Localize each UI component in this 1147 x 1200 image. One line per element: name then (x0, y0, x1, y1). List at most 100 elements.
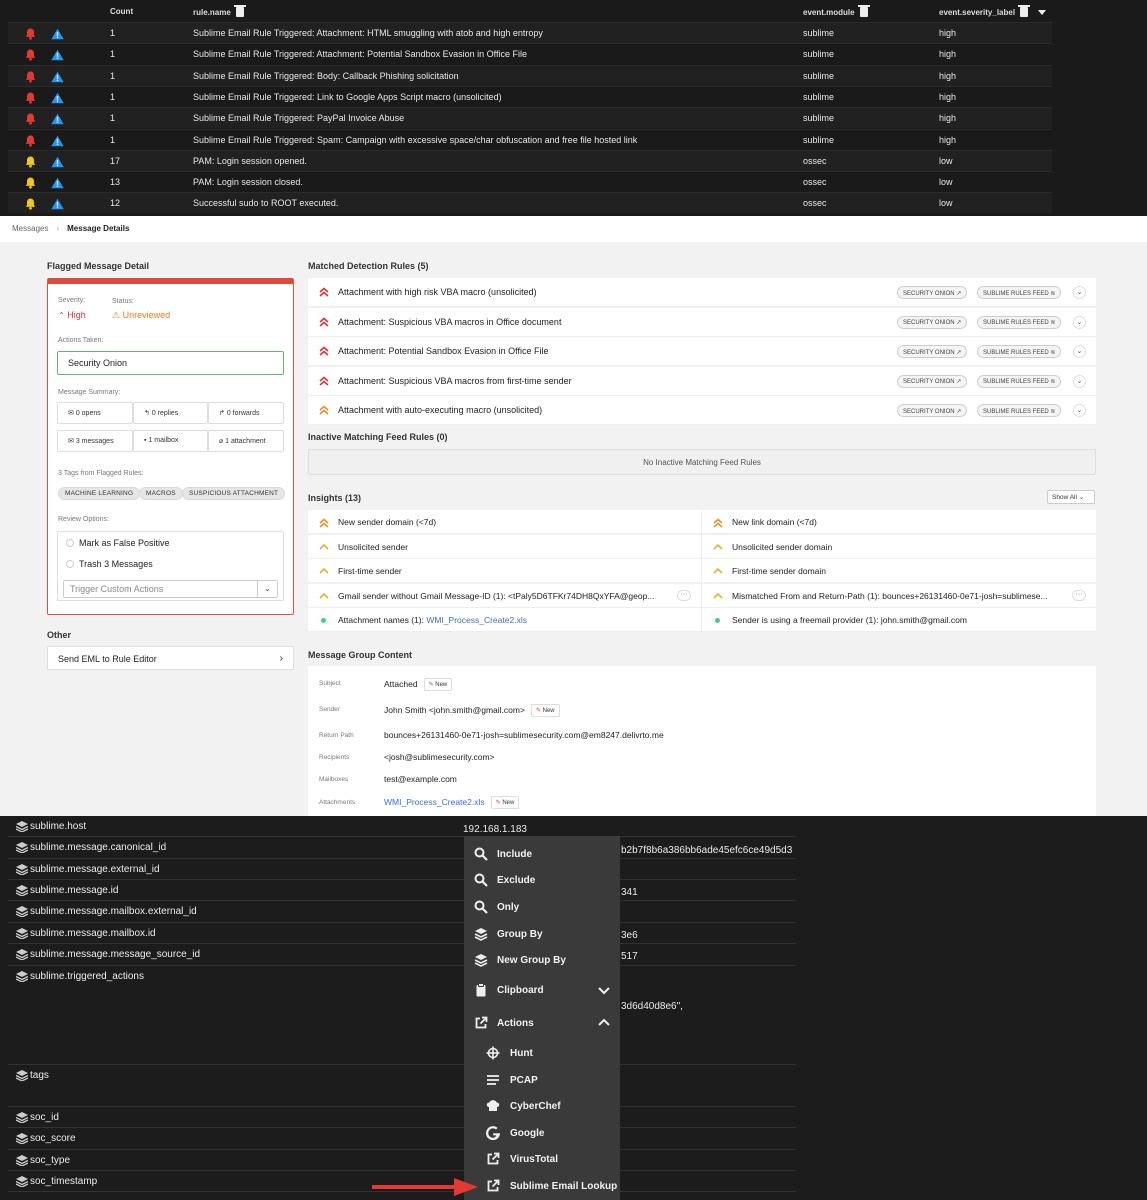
field-row[interactable]: sublime.message.mailbox.external_id (8, 901, 796, 923)
tag-sublime-rules-feed[interactable]: SUBLIME RULES FEED ≋ (977, 345, 1062, 358)
review-trash[interactable]: Trash 3 Messages (79, 559, 153, 569)
field-name[interactable]: sublime.message.id (30, 885, 118, 896)
insight-item[interactable]: Unsolicited sender (308, 534, 702, 559)
warning-triangle-icon[interactable] (51, 177, 64, 189)
trigger-custom-actions-select[interactable]: Trigger Custom Actions ⌄ (63, 580, 278, 598)
actions-taken-field[interactable]: Security Onion (57, 351, 284, 375)
insight-item[interactable]: Attachment names (1): WMI_Process_Create… (308, 608, 702, 633)
triggered-actions-value[interactable]: 3d6d40d8e6", (621, 1001, 683, 1012)
row-rule-name[interactable]: Sublime Email Rule Triggered: Link to Go… (193, 92, 502, 102)
tag-machine-learning[interactable]: MACHINE LEARNING (58, 487, 141, 500)
chevron-up-icon[interactable] (598, 1017, 610, 1029)
warning-triangle-icon[interactable] (51, 113, 64, 125)
rule-row[interactable]: Attachment: Suspicious VBA macros in Off… (308, 307, 1096, 337)
menu-action-sublime-email-lookup[interactable]: Sublime Email Lookup (464, 1173, 620, 1199)
send-eml-button[interactable]: Send EML to Rule Editor › (47, 646, 294, 670)
field-row[interactable]: sublime.message.external_id (8, 859, 796, 880)
row-severity[interactable]: low (939, 198, 953, 208)
layers-icon[interactable] (15, 1155, 29, 1167)
show-all-select[interactable]: Show All ⌄ (1047, 490, 1095, 504)
field-name[interactable]: soc_timestamp (30, 1176, 97, 1187)
tag-security-onion[interactable]: SECURITY ONION ↗ (897, 374, 968, 388)
row-rule-name[interactable]: PAM: Login session opened. (193, 156, 307, 166)
tag-macros[interactable]: MACROS (139, 487, 183, 500)
rule-name[interactable]: Attachment: Suspicious VBA macros in Off… (338, 317, 561, 327)
row-severity[interactable]: high (939, 92, 956, 102)
breadcrumb-messages[interactable]: Messages (12, 224, 48, 233)
insight-item[interactable]: New link domain (<7d) (702, 510, 1096, 534)
field-row[interactable]: tags (8, 1065, 796, 1107)
warning-triangle-icon[interactable] (51, 156, 64, 168)
tag-suspicious-attachment[interactable]: SUSPICIOUS ATTACHMENT (182, 487, 286, 500)
menu-item-actions[interactable]: Actions (464, 1010, 620, 1036)
menu-item-exclude[interactable]: Exclude (464, 867, 620, 893)
table-row[interactable]: 17 PAM: Login session opened. ossec low (8, 149, 1052, 171)
insight-item[interactable]: New sender domain (<7d) (308, 510, 702, 534)
sort-caret-icon[interactable] (1038, 10, 1047, 15)
field-name[interactable]: soc_type (30, 1155, 70, 1166)
insight-item[interactable]: First-time sender (308, 559, 702, 584)
source-id-value[interactable]: 517 (621, 951, 638, 962)
row-severity[interactable]: high (939, 49, 956, 59)
row-module[interactable]: sublime (803, 92, 834, 102)
tag-security-onion[interactable]: SECURITY ONION ↗ (897, 286, 968, 299)
layers-icon[interactable] (15, 971, 29, 983)
field-row[interactable]: sublime.message.message_source_id (8, 944, 796, 966)
tag-sublime-rules-feed[interactable]: SUBLIME RULES FEED ≋ (977, 374, 1062, 388)
table-row[interactable]: 1 Sublime Email Rule Triggered: Attachmen… (8, 43, 1052, 64)
row-rule-name[interactable]: Sublime Email Rule Triggered: Spam: Camp… (193, 135, 637, 145)
field-name[interactable]: soc_score (30, 1133, 76, 1144)
rule-name[interactable]: Attachment: Suspicious VBA macros from f… (338, 376, 572, 386)
trash-icon[interactable] (233, 5, 246, 17)
layers-icon[interactable] (15, 885, 29, 897)
row-severity[interactable]: low (939, 156, 953, 166)
field-row[interactable]: sublime.message.mailbox.id (8, 923, 796, 944)
layers-icon[interactable] (15, 906, 29, 918)
rule-row[interactable]: Attachment with auto-executing macro (un… (308, 396, 1096, 425)
table-row[interactable]: 12 Successful sudo to ROOT executed. ossec… (8, 192, 1052, 214)
field-name[interactable]: sublime.message.external_id (30, 864, 160, 875)
radio-false-positive[interactable] (66, 539, 74, 547)
field-name[interactable]: sublime.message.canonical_id (30, 842, 166, 853)
insight-item[interactable]: Gmail sender without Gmail Message-ID (1… (308, 583, 702, 608)
menu-item-include[interactable]: Include (464, 841, 620, 867)
rule-row[interactable]: Attachment with high risk VBA macro (uns… (308, 278, 1096, 307)
rule-name[interactable]: Attachment with auto-executing macro (un… (338, 405, 542, 415)
row-rule-name[interactable]: Sublime Email Rule Triggered: Body: Call… (193, 71, 459, 81)
field-row[interactable]: soc_id (8, 1107, 796, 1128)
row-rule-name[interactable]: Sublime Email Rule Triggered: PayPal Inv… (193, 113, 404, 123)
canonical-id-value[interactable]: b2b7f8b6a386bb6ade45efc6ce49d5d3 (621, 845, 792, 856)
table-row[interactable]: 1 Sublime Email Rule Triggered: PayPal In… (8, 107, 1052, 129)
col-rule-name[interactable]: rule.name (193, 5, 246, 17)
insight-item[interactable]: Sender is using a freemail provider (1):… (702, 608, 1096, 633)
layers-icon[interactable] (15, 1176, 29, 1188)
menu-item-new-group-by[interactable]: New Group By (464, 947, 620, 973)
field-name[interactable]: sublime.message.mailbox.external_id (30, 906, 197, 917)
chevron-down-icon[interactable]: ⌄ (257, 581, 277, 597)
chevron-down-icon[interactable]: ⌄ (1073, 404, 1086, 417)
field-name[interactable]: sublime.message.message_source_id (30, 949, 200, 960)
menu-item-clipboard[interactable]: Clipboard (464, 977, 620, 1003)
layers-icon[interactable] (15, 949, 29, 961)
table-row[interactable]: 1 Sublime Email Rule Triggered: Spam: Cam… (8, 128, 1052, 150)
col-count[interactable]: Count (110, 7, 133, 16)
tag-sublime-rules-feed[interactable]: SUBLIME RULES FEED ≋ (977, 286, 1062, 299)
field-name[interactable]: tags (30, 1070, 49, 1081)
warning-triangle-icon[interactable] (51, 49, 64, 61)
chevron-down-icon[interactable] (598, 984, 610, 996)
message-id-value[interactable]: 341 (621, 887, 638, 898)
row-module[interactable]: sublime (803, 71, 834, 81)
menu-action-virustotal[interactable]: VirusTotal (464, 1146, 620, 1172)
field-row[interactable]: sublime.message.id (8, 880, 796, 901)
field-name[interactable]: sublime.message.mailbox.id (30, 928, 156, 939)
layers-icon[interactable] (15, 1133, 29, 1145)
insight-item[interactable]: Unsolicited sender domain (702, 534, 1096, 559)
row-module[interactable]: ossec (803, 177, 827, 187)
attachment-link[interactable]: WMI_Process_Create2.xls (384, 797, 485, 807)
layers-icon[interactable] (15, 864, 29, 876)
row-rule-name[interactable]: Sublime Email Rule Triggered: Attachment… (193, 28, 543, 38)
tag-security-onion[interactable]: SECURITY ONION ↗ (897, 315, 968, 329)
chevron-down-icon[interactable]: ⌄ (1073, 315, 1086, 329)
host-value[interactable]: 192.168.1.183 (463, 824, 527, 835)
rule-row[interactable]: Attachment: Potential Sandbox Evasion in… (308, 337, 1096, 366)
